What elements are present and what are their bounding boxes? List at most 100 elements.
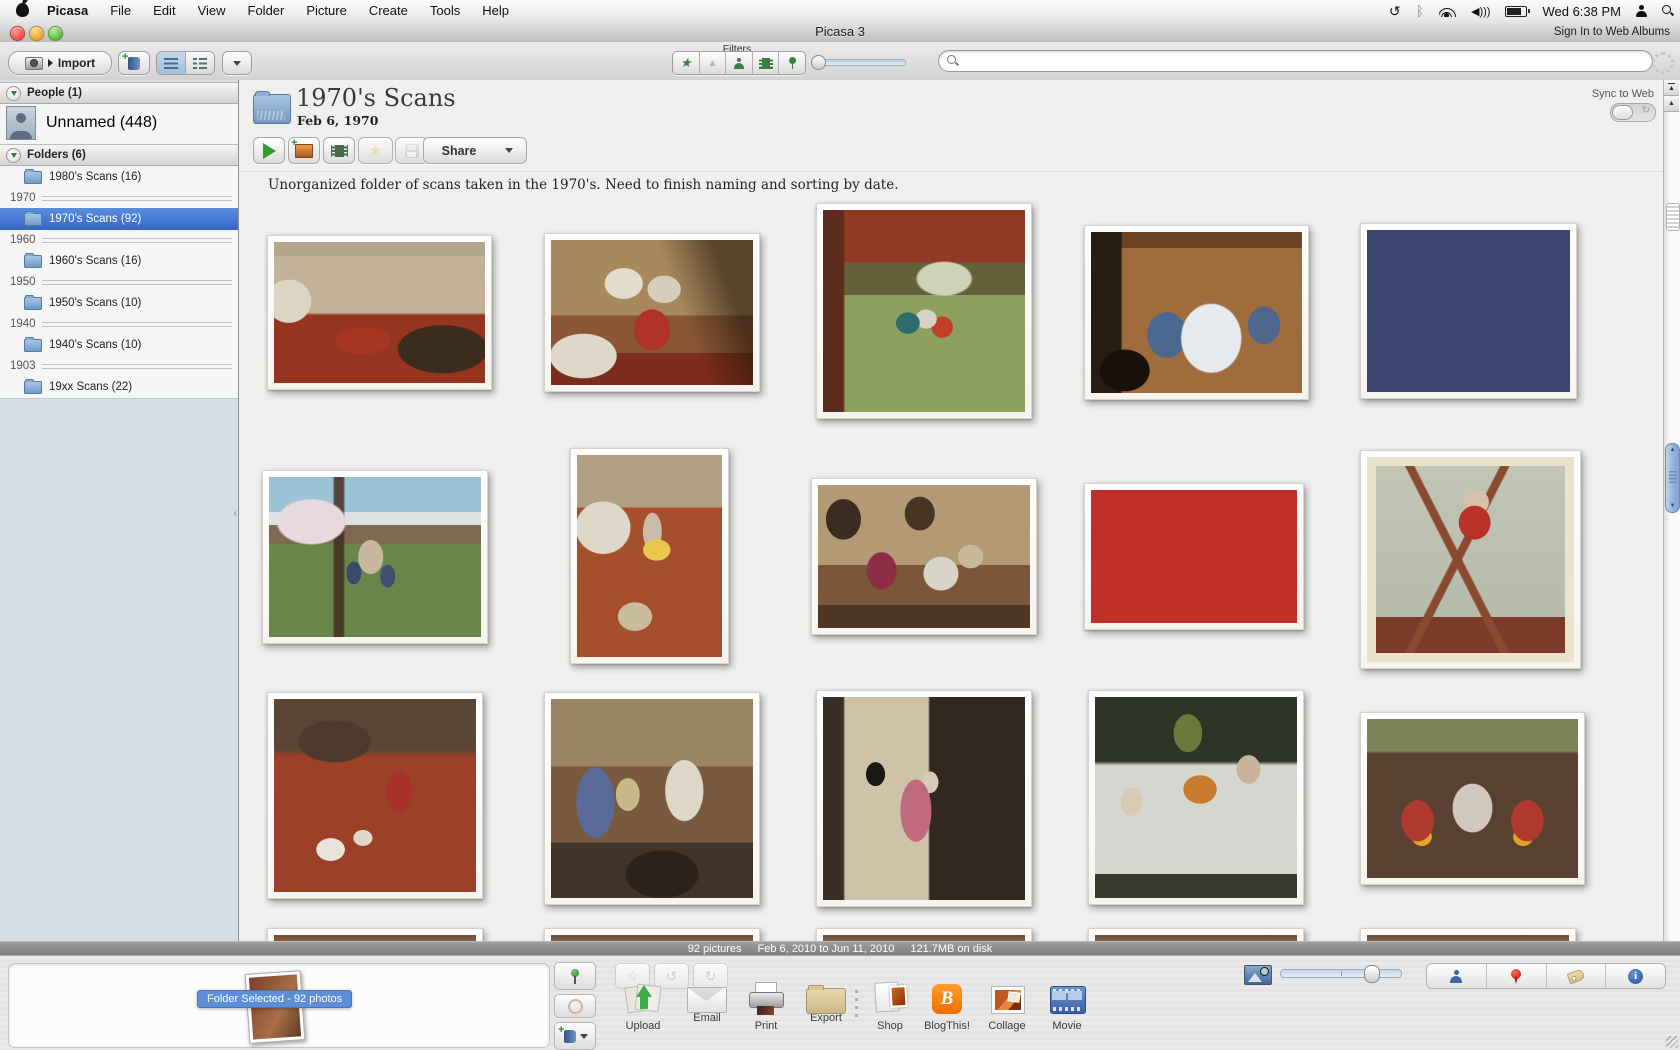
collage-button[interactable]: Collage [978, 982, 1036, 1032]
photo-thumbnail[interactable] [570, 448, 729, 664]
date-filter-slider[interactable] [812, 59, 906, 66]
sidebar-item-1950s-scans[interactable]: 1950's Scans (10) [0, 292, 238, 314]
filter-uploaded-button[interactable]: ▲ [699, 52, 726, 74]
menu-view[interactable]: View [187, 0, 237, 22]
menu-create[interactable]: Create [358, 0, 419, 22]
star-button[interactable]: ★ [358, 137, 393, 164]
view-options-dropdown[interactable] [222, 51, 252, 75]
photo-thumbnail-partial[interactable] [544, 928, 760, 941]
search-input[interactable] [959, 52, 1652, 70]
menu-picture[interactable]: Picture [295, 0, 357, 22]
movie-button[interactable]: Movie [1038, 982, 1096, 1032]
wifi-icon[interactable] [1439, 5, 1456, 17]
show-properties-button[interactable]: i [1605, 964, 1665, 988]
photo-thumbnail[interactable] [1084, 225, 1309, 400]
photo-thumbnail-partial[interactable] [267, 928, 483, 941]
fast-user-switch-icon[interactable] [1636, 5, 1647, 17]
scrollbar-thumb[interactable]: ▲▼ [1665, 443, 1680, 513]
photo-thumbnail-partial[interactable] [1088, 928, 1304, 941]
disclosure-triangle-icon[interactable] [6, 148, 21, 163]
photo-thumbnail-partial[interactable] [816, 928, 1032, 941]
email-button[interactable]: Email [678, 982, 736, 1024]
menu-file[interactable]: File [99, 0, 142, 22]
add-album-button[interactable] [118, 51, 150, 75]
avatar [6, 106, 36, 140]
filter-faces-button[interactable] [725, 52, 752, 74]
sidebar-item-1940s-scans[interactable]: 1940's Scans (10) [0, 334, 238, 356]
create-movie-button[interactable] [323, 137, 355, 164]
scroll-to-top-button[interactable]: ▲ [1664, 80, 1679, 96]
upload-button[interactable]: Upload [614, 982, 672, 1032]
photo-thumbnail[interactable] [1360, 712, 1585, 885]
photo-tray[interactable]: Folder Selected - 92 photos [8, 963, 550, 1048]
filter-starred-button[interactable]: ★ [673, 52, 699, 74]
slider-thumb[interactable] [811, 55, 826, 70]
show-tags-button[interactable] [1546, 964, 1606, 988]
folders-section-header[interactable]: Folders (6) [0, 144, 238, 166]
scrollbar-handle[interactable] [1666, 203, 1680, 231]
album-description[interactable]: Unorganized folder of scans taken in the… [268, 177, 899, 193]
menu-folder[interactable]: Folder [237, 0, 296, 22]
tree-view-button[interactable] [185, 52, 214, 74]
sidebar-item-19xx-scans[interactable]: 19xx Scans (22) [0, 376, 238, 398]
spotlight-icon[interactable] [1662, 5, 1674, 17]
import-button[interactable]: Import [8, 51, 112, 75]
photo-thumbnail[interactable] [816, 203, 1032, 419]
menu-edit[interactable]: Edit [142, 0, 186, 22]
time-machine-icon[interactable]: ↺ [1389, 3, 1401, 20]
menu-tools[interactable]: Tools [419, 0, 471, 22]
blogthis-button[interactable]: B BlogThis! [918, 982, 976, 1032]
zoom-fit-icon[interactable] [1244, 965, 1272, 985]
photo-thumbnail[interactable] [544, 692, 760, 905]
menu-picasa[interactable]: Picasa [47, 0, 99, 22]
photo-thumbnail[interactable] [544, 233, 760, 392]
photo-thumbnail-partial[interactable] [1360, 928, 1576, 941]
sidebar-item-unnamed-people[interactable]: Unnamed (448) [0, 104, 238, 142]
volume-icon[interactable]: ◀))) [1471, 5, 1490, 18]
bluetooth-icon[interactable]: ᛒ [1416, 3, 1424, 19]
flat-view-button[interactable] [157, 52, 185, 74]
battery-icon[interactable] [1505, 6, 1527, 17]
slideshow-play-button[interactable] [253, 137, 285, 164]
disclosure-triangle-icon[interactable] [6, 86, 21, 101]
photo-thumbnail[interactable] [1360, 450, 1581, 669]
photo-thumbnail[interactable] [1084, 483, 1304, 630]
add-to-album-button[interactable] [554, 1022, 596, 1050]
export-button[interactable]: Export [797, 982, 855, 1024]
photo-thumbnail[interactable] [1360, 223, 1577, 399]
shop-button[interactable]: Shop [861, 982, 919, 1032]
vertical-scrollbar[interactable]: ▲ ▲ ▲▼ [1663, 80, 1680, 941]
clear-selection-button[interactable] [554, 994, 596, 1018]
sidebar-item-1980s-scans[interactable]: 1980's Scans (16) [0, 166, 238, 188]
filter-geotagged-button[interactable] [778, 52, 805, 74]
photo-thumbnail[interactable] [1088, 690, 1304, 905]
filter-movies-button[interactable] [752, 52, 779, 74]
show-faces-button[interactable] [1427, 964, 1486, 988]
photo-thumbnail[interactable] [262, 470, 488, 644]
search-box[interactable] [938, 50, 1653, 72]
show-places-button[interactable] [1486, 964, 1546, 988]
apple-menu[interactable] [0, 3, 47, 20]
sync-to-web-toggle[interactable]: ↻ [1610, 103, 1656, 122]
share-button[interactable]: Share [423, 137, 495, 164]
zoom-slider-thumb[interactable] [1364, 965, 1380, 983]
print-button[interactable]: Print [737, 982, 795, 1032]
menu-help[interactable]: Help [471, 0, 520, 22]
thumbnail-zoom-slider[interactable] [1280, 969, 1402, 978]
sign-in-link[interactable]: Sign In to Web Albums [1554, 22, 1670, 42]
share-dropdown-button[interactable] [492, 137, 527, 164]
people-section-header[interactable]: People (1) [0, 82, 238, 104]
create-collage-button[interactable] [288, 137, 320, 164]
sidebar-item-1960s-scans[interactable]: 1960's Scans (16) [0, 250, 238, 272]
menu-clock[interactable]: Wed 6:38 PM [1542, 4, 1621, 19]
photo-thumbnail[interactable] [267, 692, 483, 899]
photo-thumbnail[interactable] [811, 478, 1037, 635]
sidebar-collapse-handle[interactable]: ‹ [234, 508, 237, 519]
photo-thumbnail[interactable] [816, 690, 1032, 907]
hold-selection-button[interactable] [554, 962, 596, 990]
album-title[interactable]: 1970's Scans [296, 84, 456, 112]
sidebar-item-1970s-scans[interactable]: 1970's Scans (92) [0, 208, 238, 230]
scroll-up-button[interactable]: ▲ [1664, 96, 1679, 112]
photo-thumbnail[interactable] [267, 235, 492, 390]
window-resize-grip[interactable] [1666, 1036, 1678, 1048]
